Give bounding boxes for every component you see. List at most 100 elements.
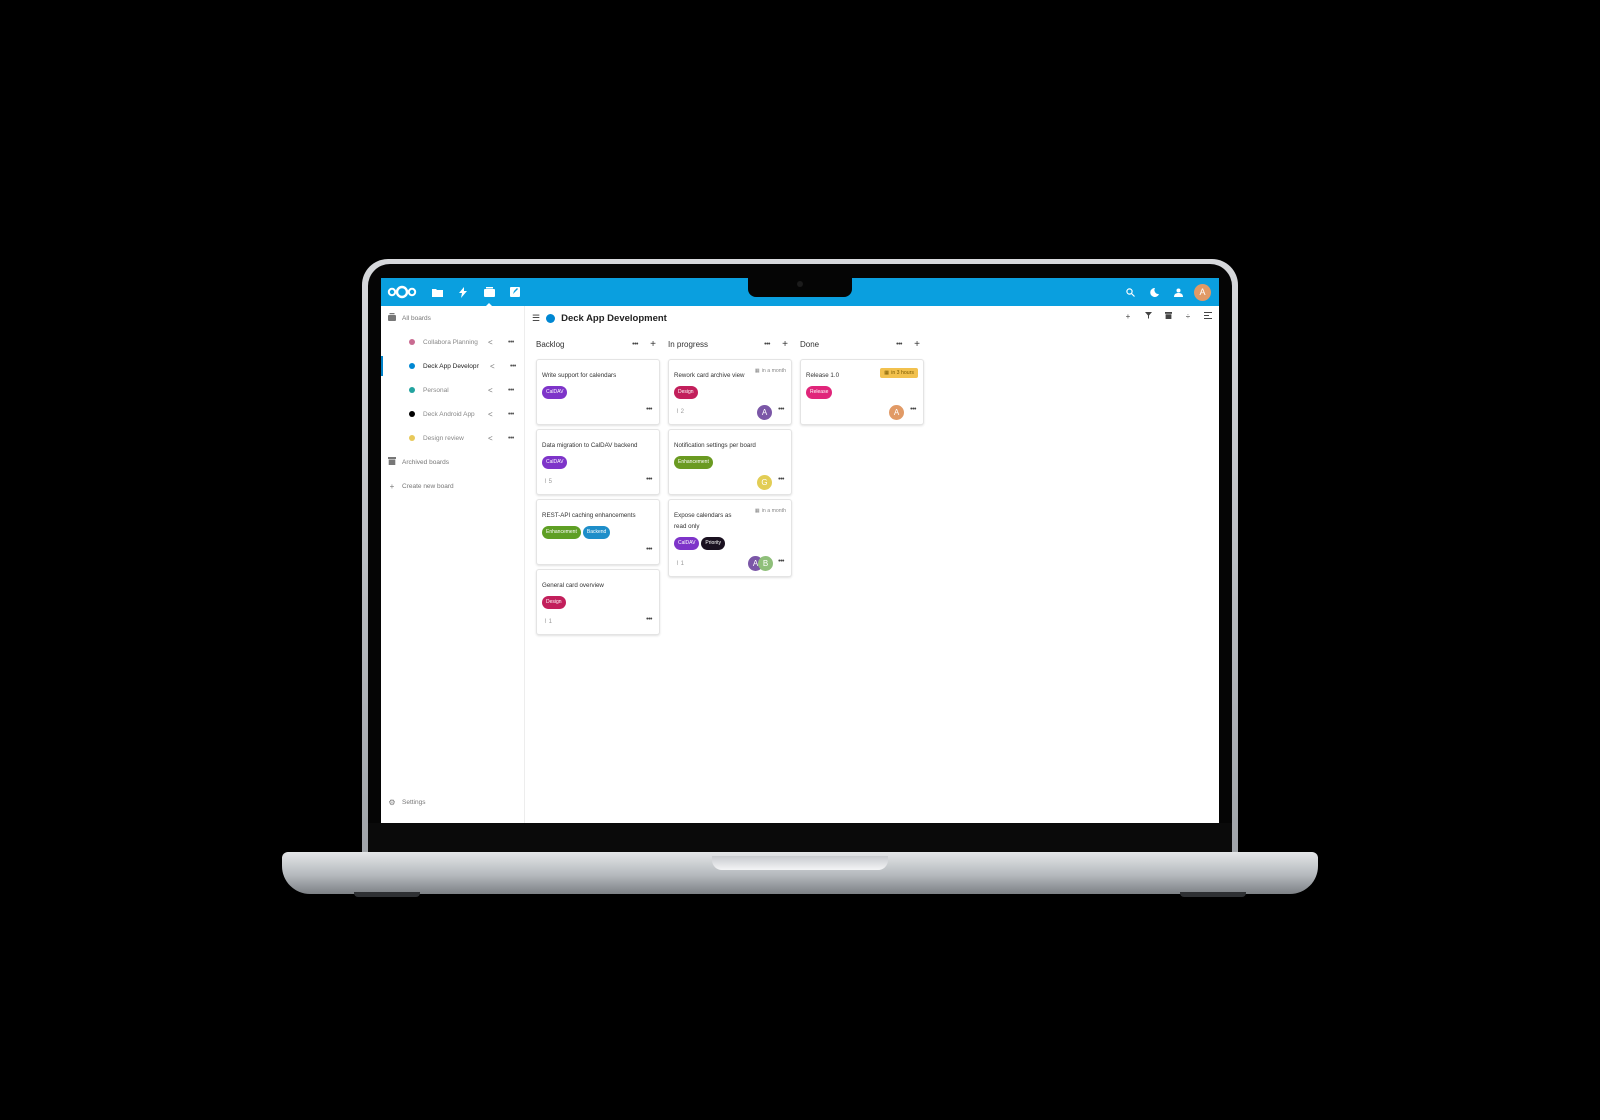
stack-menu-button[interactable]: •••: [764, 341, 770, 348]
contacts-icon[interactable]: [1172, 286, 1184, 298]
card-menu-button[interactable]: •••: [646, 406, 652, 413]
avatar[interactable]: A: [889, 405, 904, 420]
due-text: in a month: [761, 508, 786, 514]
details-icon[interactable]: [1203, 312, 1213, 324]
card-title: Data migration to CalDAV backend: [542, 442, 638, 449]
card[interactable]: REST-API caching enhancements Enhancemen…: [536, 499, 660, 565]
board-color-dot: [546, 313, 556, 323]
card[interactable]: Notification settings per board Enhancem…: [668, 429, 792, 495]
card[interactable]: Release 1.0 ▦ in 3 hours Release A •••: [800, 359, 924, 425]
stack-menu-button[interactable]: •••: [896, 341, 902, 348]
archive-icon: [387, 457, 397, 467]
card[interactable]: General card overview Design ⌇ 1 •••: [536, 569, 660, 635]
attachment-count: ⌇ 1: [544, 618, 552, 625]
due-date: ▦ in a month: [755, 368, 786, 374]
card-title: REST-API caching enhancements: [542, 512, 636, 519]
deck-icon[interactable]: [483, 286, 495, 307]
calendar-icon: ▦: [754, 368, 760, 374]
due-date: ▦ in a month: [755, 508, 786, 514]
share-icon[interactable]: <: [488, 410, 493, 419]
search-icon[interactable]: [1124, 286, 1136, 298]
board-color-dot: [409, 387, 415, 393]
card-title: Expose calendars as read only: [674, 510, 731, 532]
create-board-button[interactable]: + Create new board: [381, 476, 524, 496]
share-icon[interactable]: <: [488, 434, 493, 443]
attachment-count: ⌇ 1: [676, 560, 684, 567]
sidebar-item-deck-app-development[interactable]: Deck App Development < •••: [381, 356, 524, 376]
card[interactable]: Data migration to CalDAV backend CalDAV …: [536, 429, 660, 495]
notes-icon[interactable]: [509, 286, 521, 298]
menu-icon[interactable]: ☰: [532, 313, 540, 324]
card[interactable]: Write support for calendars CalDAV •••: [536, 359, 660, 425]
share-icon[interactable]: <: [488, 338, 493, 347]
add-card-button[interactable]: +: [782, 339, 788, 350]
label-badge: Release: [806, 386, 833, 399]
card-menu-button[interactable]: •••: [646, 616, 652, 623]
card-title: Release 1.0: [806, 372, 840, 379]
nextcloud-logo[interactable]: [387, 284, 417, 300]
archive-icon[interactable]: [1163, 312, 1173, 324]
stack-menu-button[interactable]: •••: [632, 341, 638, 348]
sidebar-item-personal[interactable]: Personal < •••: [381, 380, 524, 400]
board-menu-button[interactable]: •••: [508, 411, 514, 418]
create-board-label: Create new board: [402, 482, 454, 490]
stack-backlog: Backlog ••• + Write support for calendar…: [536, 336, 660, 635]
avatar[interactable]: A: [757, 405, 772, 420]
board-color-dot: [409, 339, 415, 345]
avatar[interactable]: B: [758, 556, 773, 571]
stack-done: Done ••• + Release 1.0 ▦ in 3 hours Relea…: [800, 336, 924, 425]
card[interactable]: Rework card archive view ▦ in a month Des…: [668, 359, 792, 425]
page-title: Deck App Development: [561, 312, 667, 324]
share-icon[interactable]: <: [490, 362, 495, 371]
activity-icon[interactable]: [457, 286, 469, 298]
collapse-icon[interactable]: ÷: [1183, 312, 1193, 324]
stack-header: Done ••• +: [800, 336, 924, 352]
board-menu-button[interactable]: •••: [508, 339, 514, 346]
add-stack-icon[interactable]: +: [1123, 312, 1133, 324]
board-menu-button[interactable]: •••: [508, 387, 514, 394]
sidebar-item-collabora-planning[interactable]: Collabora Planning < •••: [381, 332, 524, 352]
laptop-base-notch: [712, 856, 888, 870]
stack-title: Backlog: [536, 339, 565, 349]
board-label: Deck App Development: [423, 362, 479, 370]
card-menu-button[interactable]: •••: [646, 546, 652, 553]
settings-label: Settings: [402, 798, 426, 806]
filter-icon[interactable]: [1143, 312, 1153, 324]
attachment-number: 2: [680, 409, 684, 415]
board-menu-button[interactable]: •••: [510, 363, 516, 370]
settings-link[interactable]: ⚙ Settings: [381, 792, 524, 812]
attachment-number: 5: [548, 479, 552, 485]
archived-boards-label: Archived boards: [402, 458, 449, 466]
card[interactable]: Expose calendars as read only ▦ in a month…: [668, 499, 792, 577]
paperclip-icon: ⌇: [676, 561, 679, 567]
sidebar-item-deck-android-app[interactable]: Deck Android App < •••: [381, 404, 524, 424]
card-title: Rework card archive view: [674, 372, 745, 379]
add-card-button[interactable]: +: [650, 339, 656, 350]
user-avatar[interactable]: A: [1194, 283, 1211, 301]
sidebar: All boards Collabora Planning < ••• Deck…: [381, 306, 525, 823]
board-menu-button[interactable]: •••: [508, 435, 514, 442]
board-label: Collabora Planning: [423, 338, 478, 346]
gear-icon: ⚙: [388, 797, 396, 807]
due-text: in a month: [761, 368, 786, 374]
card-menu-button[interactable]: •••: [646, 476, 652, 483]
attachment-count: ⌇ 2: [676, 408, 684, 415]
due-date: ▦ in 3 hours: [880, 368, 918, 378]
all-boards-link[interactable]: All boards: [381, 308, 524, 328]
laptop-foot-right: [1180, 892, 1246, 897]
card-title: Write support for calendars: [542, 372, 617, 379]
sidebar-item-design-review[interactable]: Design review < •••: [381, 428, 524, 448]
add-card-button[interactable]: +: [914, 339, 920, 350]
label-badge: Design: [542, 596, 566, 609]
archived-boards-link[interactable]: Archived boards: [381, 452, 524, 472]
card-menu-button[interactable]: •••: [910, 406, 916, 413]
share-icon[interactable]: <: [488, 386, 493, 395]
status-icon[interactable]: [1148, 286, 1160, 298]
card-menu-button[interactable]: •••: [778, 476, 784, 483]
card-menu-button[interactable]: •••: [778, 558, 784, 565]
avatar[interactable]: G: [757, 475, 772, 490]
card-menu-button[interactable]: •••: [778, 406, 784, 413]
files-icon[interactable]: [431, 286, 443, 298]
plus-icon: +: [389, 481, 395, 491]
board-view: ☰ Deck App Development + ÷ Backlog ••• +…: [526, 306, 1219, 823]
